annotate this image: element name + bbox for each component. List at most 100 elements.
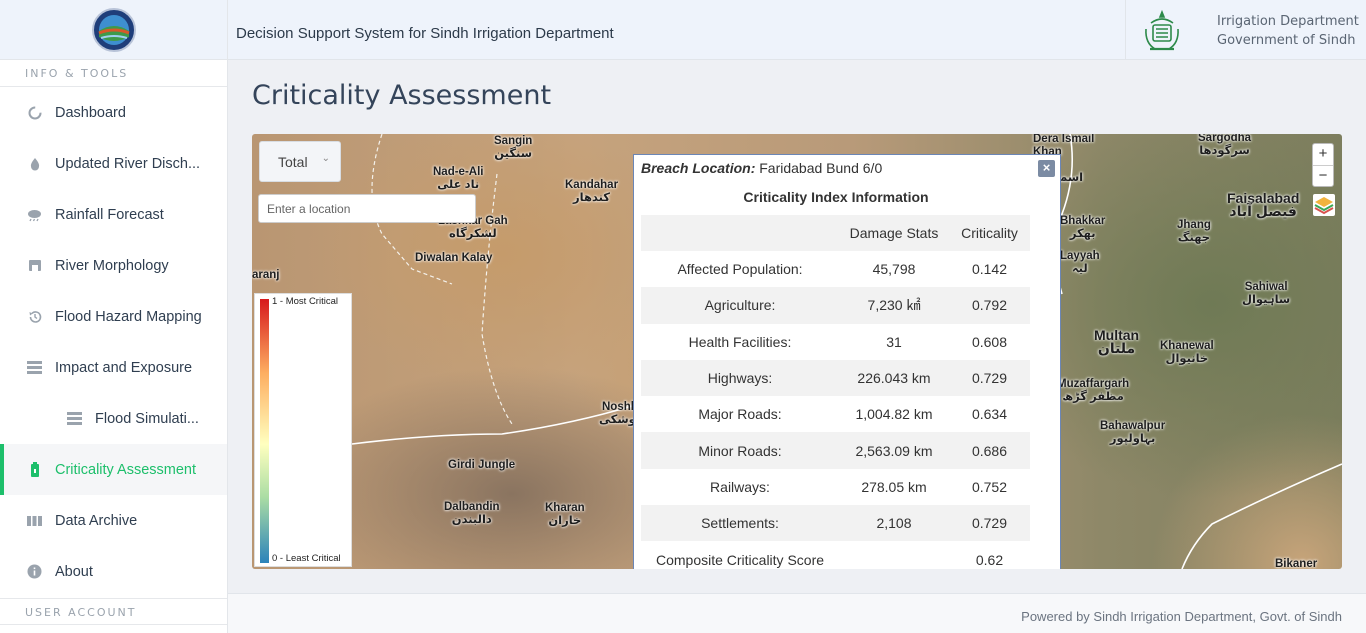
criticality-value: 0.686 (949, 432, 1030, 469)
criticality-legend: 1 - Most Critical 0 - Least Critical (254, 293, 352, 567)
table-row: Minor Roads: 2,563.09 km 0.686 (641, 432, 1030, 469)
row-label: Affected Population: (677, 261, 803, 278)
row-label: Health Facilities: (688, 333, 792, 350)
layer-select-dropdown[interactable]: Total ⌄ (259, 141, 341, 182)
government-of-sindh-emblem (1145, 9, 1179, 51)
map-label-aranj: aranj (252, 269, 280, 281)
zoom-out-button[interactable]: − (1313, 165, 1333, 186)
sidebar-item-label: Data Archive (55, 512, 138, 529)
popup-close-button[interactable]: × (1038, 160, 1055, 177)
map-label-sargodha: Sargodha سرگودھا (1198, 134, 1252, 157)
table-row: Agriculture: 7,230 ㎢ 0.792 (641, 287, 1030, 324)
sidebar-item-about[interactable]: About (0, 546, 227, 597)
map-label-girdi-jungle: Girdi Jungle (448, 459, 516, 471)
row-label: Minor Roads: (641, 432, 839, 469)
history-icon (27, 309, 42, 324)
damage-stat: 226.043 km (839, 359, 949, 397)
damage-stat: 7,230 ㎢ (839, 287, 949, 324)
sidebar-item-flood-hazard-mapping[interactable]: Flood Hazard Mapping (0, 291, 227, 342)
sidebar: INFO & TOOLS Dashboard Updated River Dis… (0, 0, 228, 633)
department-name: Irrigation Department (1217, 14, 1359, 29)
criticality-value: 0.752 (971, 478, 1008, 495)
map-label-nad-e-ali: Nad-e-Ali ناد علی (433, 166, 484, 191)
sidebar-item-label: Rainfall Forecast (55, 206, 164, 223)
section-label-info-tools: INFO & TOOLS (0, 60, 227, 87)
map-label-sahiwal: Sahiwal ساہیوال (1242, 281, 1291, 306)
app-title: Decision Support System for Sindh Irriga… (236, 25, 614, 42)
table-header-row: Damage Stats Criticality (641, 215, 1030, 251)
dashboard-icon (27, 105, 42, 120)
sidebar-item-river-morphology[interactable]: River Morphology (0, 240, 227, 291)
government-branding: Irrigation Department Government of Sind… (1125, 0, 1366, 60)
legend-max-label: 1 - Most Critical (272, 296, 338, 307)
table-header-cell (641, 215, 839, 251)
table-row: Affected Population: 45,798 0.142 (641, 251, 1030, 287)
sidebar-item-flood-simulation[interactable]: Flood Simulati... (0, 393, 227, 444)
row-label: Major Roads: (698, 406, 782, 423)
map-view[interactable]: Sangin سنگین Nad-e-Ali ناد علی Kandahar کند… (252, 134, 1342, 569)
row-label: Composite Criticality Score (655, 551, 825, 568)
composite-score-row: Composite Criticality Score 0.62 (641, 541, 1030, 569)
map-label-layyah: Layyah لیہ (1060, 250, 1100, 275)
map-label-bikaner: Bikaner (1275, 558, 1318, 569)
map-label-multan: Multan ملتان (1094, 327, 1140, 356)
breach-location-value: Faridabad Bund 6/0 (759, 160, 883, 176)
page-title: Criticality Assessment (252, 80, 552, 111)
sidebar-item-label: Criticality Assessment (55, 461, 197, 478)
row-label: Agriculture: (641, 287, 839, 324)
layers-button[interactable] (1313, 194, 1335, 216)
map-label-muzaffargarh: Muzaffargarh مظفر گڑھ (1057, 378, 1130, 403)
sidebar-item-label: About (55, 563, 93, 580)
legend-min-label: 0 - Least Critical (272, 553, 341, 564)
chevron-down-icon: ⌄ (321, 153, 330, 164)
map-label-diwalan-kalay: Diwalan Kalay (415, 252, 493, 264)
government-name: Government of Sindh (1217, 33, 1356, 48)
sindh-irrigation-logo[interactable] (91, 7, 137, 53)
sidebar-item-label: Impact and Exposure (55, 359, 193, 376)
info-icon (27, 564, 42, 579)
sidebar-item-label: River Morphology (55, 257, 169, 274)
damage-stat (839, 541, 949, 569)
map-label-kandahar: Kandahar کندهار (565, 179, 619, 204)
breach-location: Breach Location: Faridabad Bund 6/0 (641, 160, 882, 176)
zoom-control: + − (1312, 143, 1334, 187)
damage-stat: 2,563.09 km (839, 432, 949, 469)
legend-color-ramp (260, 299, 269, 563)
sidebar-item-river-discharge[interactable]: Updated River Disch... (0, 138, 227, 189)
department-text: Irrigation Department Government of Sind… (1217, 12, 1359, 50)
damage-stat: 45,798 (872, 261, 916, 278)
layers-icon (1314, 197, 1334, 215)
criticality-value: 0.608 (971, 333, 1008, 350)
row-label: Railways: (710, 478, 770, 495)
damage-stat: 2,108 (839, 505, 949, 542)
table-header-cell: Criticality (949, 215, 1030, 251)
row-label: Highways: (641, 359, 839, 397)
layers-list-icon (27, 360, 42, 375)
map-label-bahawalpur: Bahawalpur بہاولپور (1100, 420, 1166, 445)
sidebar-item-label: Flood Hazard Mapping (55, 308, 202, 325)
table-row: Major Roads: 1,004.82 km 0.634 (641, 396, 1030, 432)
map-label-khanewal: Khanewal خانیوال (1160, 340, 1214, 365)
sidebar-item-dashboard[interactable]: Dashboard (0, 87, 227, 138)
sidebar-item-rainfall-forecast[interactable]: Rainfall Forecast (0, 189, 227, 240)
criticality-table: Damage Stats Criticality Affected Popula… (641, 215, 1030, 569)
top-header: Decision Support System for Sindh Irriga… (228, 0, 1366, 60)
sidebar-item-criticality-assessment[interactable]: Criticality Assessment (0, 444, 227, 495)
map-label-bhakkar: Bhakkar بھکر (1060, 215, 1106, 240)
sidebar-item-impact-exposure[interactable]: Impact and Exposure (0, 342, 227, 393)
map-label-faisalabad: Faisalabad فیصل آباد (1227, 190, 1300, 219)
table-row: Railways: 278.05 km 0.752 (641, 469, 1030, 505)
sidebar-item-data-archive[interactable]: Data Archive (0, 495, 227, 546)
criticality-value: 0.142 (971, 261, 1008, 278)
zoom-in-button[interactable]: + (1313, 144, 1333, 165)
map-label-jhang: Jhang جھنگ (1177, 219, 1211, 244)
popup-subtitle: Criticality Index Information (743, 189, 929, 205)
criticality-value: 0.729 (949, 505, 1030, 542)
table-row: Highways: 226.043 km 0.729 (641, 359, 1030, 397)
battery-icon (27, 462, 42, 477)
table-header-cell: Damage Stats (839, 215, 949, 251)
table-row: Health Facilities: 31 0.608 (641, 324, 1030, 360)
criticality-value: 0.792 (949, 287, 1030, 324)
location-search-input[interactable] (258, 194, 476, 223)
sidebar-item-label: Dashboard (55, 104, 126, 121)
